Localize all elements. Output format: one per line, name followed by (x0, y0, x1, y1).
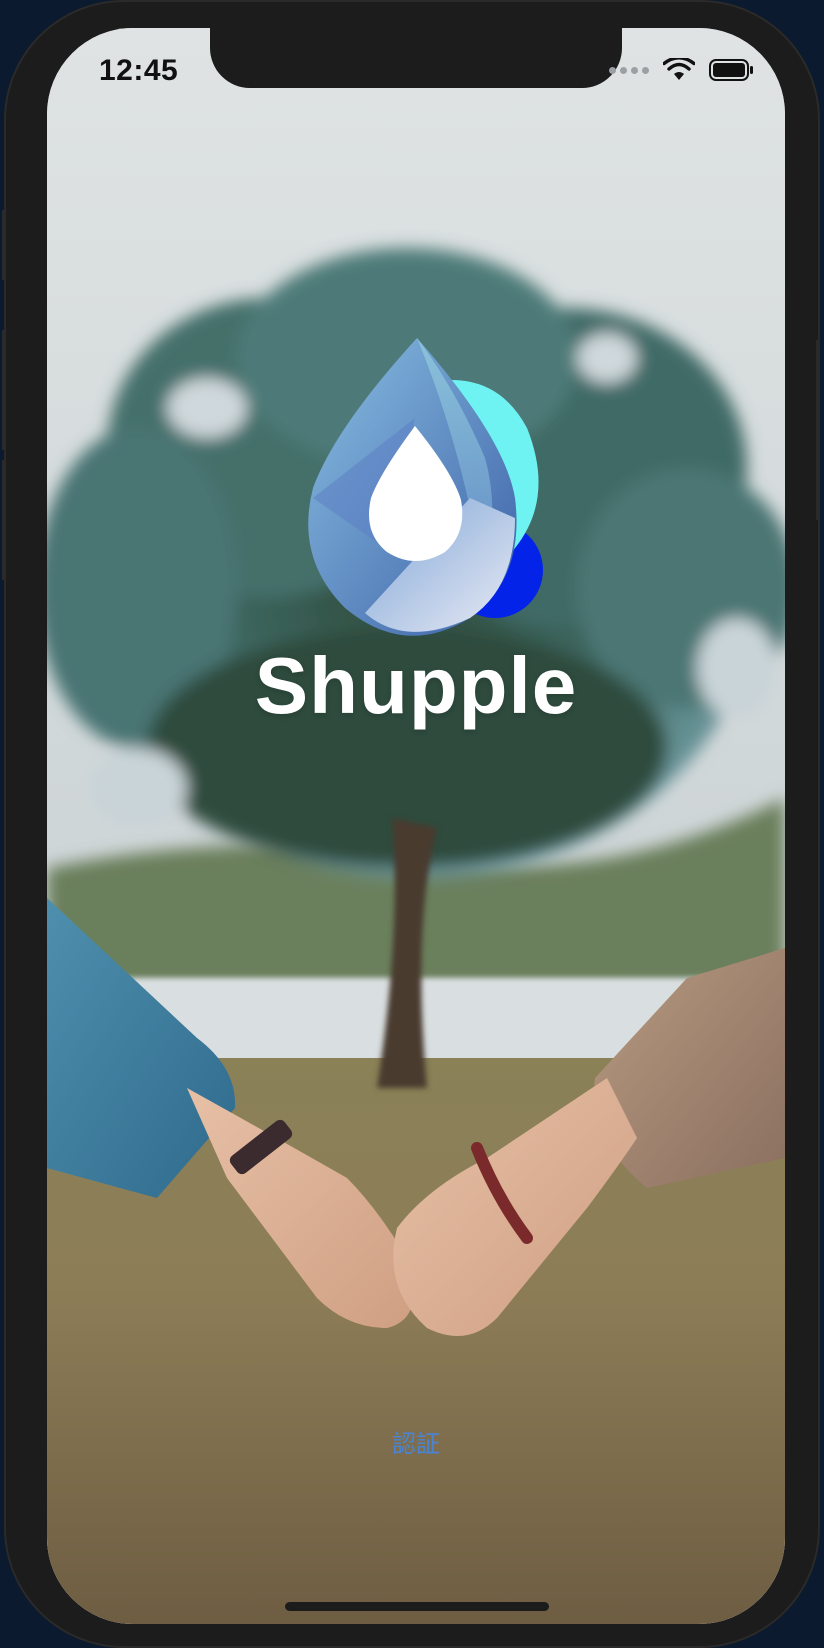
status-bar: 12:45 (47, 28, 785, 118)
phone-frame: 12:45 Shupple 認証 (2, 0, 820, 1648)
power-button (816, 340, 820, 520)
screen: 12:45 Shupple 認証 (47, 28, 785, 1624)
shupple-logo-icon (308, 338, 543, 636)
background-photo (47, 28, 785, 1624)
volume-up-button (2, 330, 6, 450)
mute-switch (2, 210, 6, 280)
auth-button[interactable]: 認証 (47, 1424, 785, 1459)
signal-icon (609, 66, 649, 74)
status-time: 12:45 (99, 54, 179, 87)
volume-down-button (2, 460, 6, 580)
battery-icon (709, 59, 753, 81)
status-icons (609, 58, 755, 82)
wifi-icon (663, 58, 695, 80)
app-name: Shupple (254, 641, 578, 730)
camera-notch (210, 28, 622, 88)
home-indicator[interactable] (285, 1602, 549, 1611)
